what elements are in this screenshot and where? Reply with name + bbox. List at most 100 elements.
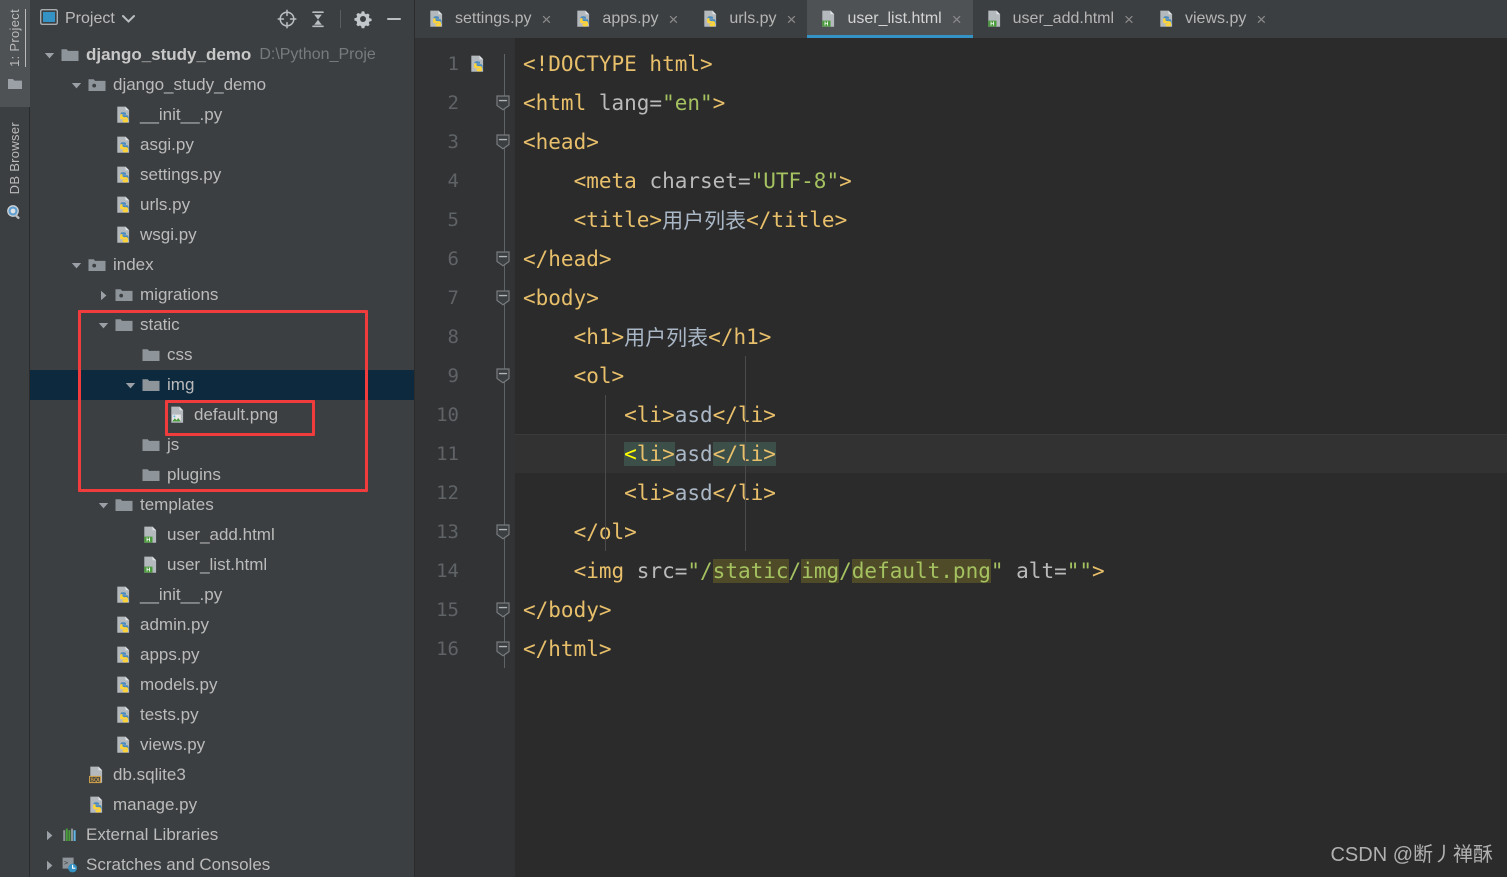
gutter-line[interactable]: 14 — [415, 551, 515, 590]
code-editor[interactable]: 1 2 3 4 5 6 7 8 9 10 11 12 13 14 15 16 <!DOCTYPE html> <… — [415, 38, 1507, 877]
tree-row-asgi-py[interactable]: asgi.py — [30, 130, 414, 160]
tree-row-wsgi-py[interactable]: wsgi.py — [30, 220, 414, 250]
code-line-5[interactable]: <title> 用户列表 </title> — [515, 200, 1507, 239]
code-line-4[interactable]: <meta charset= "UTF-8" > — [515, 161, 1507, 200]
tree-row-index[interactable]: index — [30, 250, 414, 280]
code-line-10[interactable]: <li>asd</li> — [515, 395, 1507, 434]
crosshair-icon[interactable] — [275, 7, 299, 31]
editor-tab-user-add-html[interactable]: Huser_add.html × — [972, 0, 1145, 38]
chevron-right-icon[interactable] — [42, 828, 57, 843]
gutter-line[interactable]: 2 — [415, 83, 515, 122]
code-line-2[interactable]: <html lang= "en" > — [515, 83, 1507, 122]
editor-gutter[interactable]: 1 2 3 4 5 6 7 8 9 10 11 12 13 14 15 16 — [415, 38, 515, 877]
close-icon[interactable]: × — [539, 11, 553, 28]
gutter-line[interactable]: 6 — [415, 239, 515, 278]
code-line-7[interactable]: <body> — [515, 278, 1507, 317]
tree-row-django-study-demo[interactable]: django_study_demo — [30, 70, 414, 100]
editor-tab-views-py[interactable]: views.py × — [1144, 0, 1278, 38]
tree-row-default-png[interactable]: default.png — [30, 400, 414, 430]
code-line-15[interactable]: </body> — [515, 590, 1507, 629]
chevron-down-icon[interactable] — [69, 258, 84, 273]
tree-row-user-list-html[interactable]: Huser_list.html — [30, 550, 414, 580]
gutter-line[interactable]: 11 — [415, 434, 515, 473]
chevron-down-icon[interactable] — [96, 498, 111, 513]
gutter-line[interactable]: 16 — [415, 629, 515, 668]
project-tool-button[interactable]: 1: Project — [0, 0, 30, 107]
gutter-line[interactable]: 7 — [415, 278, 515, 317]
gutter-line[interactable]: 1 — [415, 44, 515, 83]
close-icon[interactable]: × — [1254, 11, 1268, 28]
close-icon[interactable]: × — [1122, 11, 1136, 28]
gutter-line[interactable]: 15 — [415, 590, 515, 629]
code-line-6[interactable]: </head> — [515, 239, 1507, 278]
chevron-right-icon[interactable] — [96, 288, 111, 303]
fold-toggle-icon[interactable] — [495, 522, 513, 542]
tree-row-user-add-html[interactable]: Huser_add.html — [30, 520, 414, 550]
editor-tab-apps-py[interactable]: apps.py × — [562, 0, 690, 38]
project-tree[interactable]: django_study_demo D:\Python_Proje django_s… — [30, 38, 414, 877]
gutter-line[interactable]: 10 — [415, 395, 515, 434]
tree-row-tests-py[interactable]: tests.py — [30, 700, 414, 730]
fold-toggle-icon[interactable] — [495, 288, 513, 308]
chevron-down-icon[interactable] — [96, 318, 111, 333]
tree-row-scratches-and-consoles[interactable]: > Scratches and Consoles — [30, 850, 414, 877]
code-line-16[interactable]: </html> — [515, 629, 1507, 668]
fold-toggle-icon[interactable] — [495, 600, 513, 620]
code-line-3[interactable]: <head> — [515, 122, 1507, 161]
gutter-line[interactable]: 12 — [415, 473, 515, 512]
gutter-line[interactable]: 8 — [415, 317, 515, 356]
gutter-line[interactable]: 9 — [415, 356, 515, 395]
tree-row-init-py[interactable]: __init__.py — [30, 100, 414, 130]
close-icon[interactable]: × — [785, 11, 799, 28]
tree-row-settings-py[interactable]: settings.py — [30, 160, 414, 190]
tree-row-apps-py[interactable]: apps.py — [30, 640, 414, 670]
fold-toggle-icon[interactable] — [495, 132, 513, 152]
tree-row-db-sqlite3[interactable]: SQL db.sqlite3 — [30, 760, 414, 790]
code-line-9[interactable]: <ol> — [515, 356, 1507, 395]
fold-toggle-icon[interactable] — [495, 93, 513, 113]
code-line-12[interactable]: <li>asd</li> — [515, 473, 1507, 512]
tree-row-plugins[interactable]: plugins — [30, 460, 414, 490]
tree-row-img[interactable]: img — [30, 370, 414, 400]
gutter-line[interactable]: 5 — [415, 200, 515, 239]
tree-row-models-py[interactable]: models.py — [30, 670, 414, 700]
minimize-icon[interactable] — [382, 7, 406, 31]
fold-toggle-icon[interactable] — [495, 366, 513, 386]
code-line-13[interactable]: </ol> — [515, 512, 1507, 551]
tree-row-init-py[interactable]: __init__.py — [30, 580, 414, 610]
chevron-down-icon[interactable] — [121, 10, 135, 28]
editor-tab-user-list-html[interactable]: Huser_list.html × — [807, 0, 973, 38]
close-icon[interactable]: × — [950, 11, 964, 28]
code-line-8[interactable]: <h1> 用户列表 </h1> — [515, 317, 1507, 356]
close-icon[interactable]: × — [666, 11, 680, 28]
chevron-down-icon[interactable] — [42, 48, 57, 63]
fold-toggle-icon[interactable] — [495, 249, 513, 269]
gutter-line[interactable]: 13 — [415, 512, 515, 551]
tree-row-migrations[interactable]: migrations — [30, 280, 414, 310]
tree-row-admin-py[interactable]: admin.py — [30, 610, 414, 640]
gutter-line[interactable]: 3 — [415, 122, 515, 161]
editor-tab-settings-py[interactable]: settings.py × — [415, 0, 563, 38]
tree-row-views-py[interactable]: views.py — [30, 730, 414, 760]
tree-row-external-libraries[interactable]: External Libraries — [30, 820, 414, 850]
fold-toggle-icon[interactable] — [495, 639, 513, 659]
chevron-right-icon[interactable] — [42, 858, 57, 873]
code-line-14[interactable]: <img src= "/static / img / default.png " alt= "… — [515, 551, 1507, 590]
code-line-11[interactable]: <li>asd</li> — [515, 434, 1507, 473]
editor-tab-bar[interactable]: settings.py × apps.py × urls.py × Huser_list.h… — [415, 0, 1507, 38]
editor-code-content[interactable]: <!DOCTYPE html> <html lang= "en" > <head> <m… — [515, 38, 1507, 877]
tree-row-urls-py[interactable]: urls.py — [30, 190, 414, 220]
tree-row-js[interactable]: js — [30, 430, 414, 460]
tree-row-css[interactable]: css — [30, 340, 414, 370]
tree-row-templates[interactable]: templates — [30, 490, 414, 520]
collapse-all-icon[interactable] — [306, 7, 330, 31]
chevron-down-icon[interactable] — [123, 378, 138, 393]
tree-row-static[interactable]: static — [30, 310, 414, 340]
chevron-down-icon[interactable] — [69, 78, 84, 93]
db-browser-tool-button[interactable]: DB Browser — [6, 119, 23, 228]
gutter-line[interactable]: 4 — [415, 161, 515, 200]
code-line-1[interactable]: <!DOCTYPE html> — [515, 44, 1507, 83]
gear-icon[interactable] — [351, 7, 375, 31]
tree-row-django-study-demo[interactable]: django_study_demo D:\Python_Proje — [30, 40, 414, 70]
editor-tab-urls-py[interactable]: urls.py × — [689, 0, 808, 38]
